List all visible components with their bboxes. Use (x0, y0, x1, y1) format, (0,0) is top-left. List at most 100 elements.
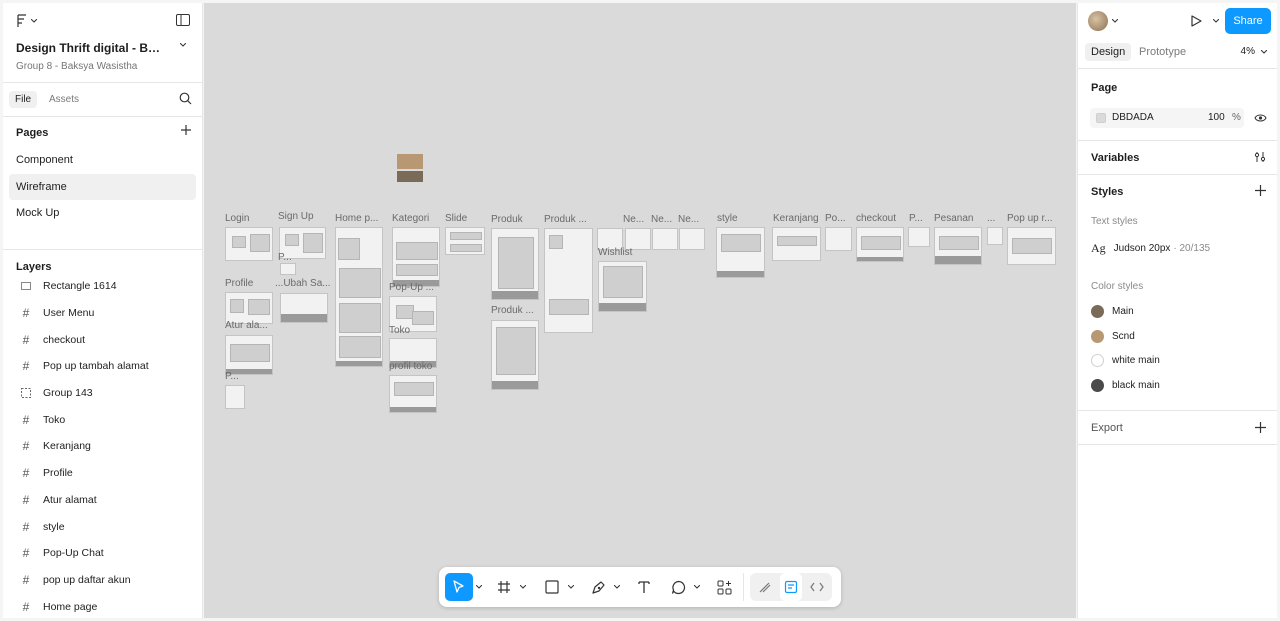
search-icon[interactable] (179, 92, 192, 105)
page-item-component[interactable]: Component (3, 147, 196, 174)
layer-item[interactable]: # Profile (3, 460, 202, 487)
frame-slide[interactable] (445, 227, 485, 255)
layer-item[interactable]: # User Menu (3, 300, 202, 327)
chevron-down-icon[interactable] (473, 585, 485, 589)
page-item-wireframe[interactable]: Wireframe (9, 173, 196, 200)
frame-ne-4[interactable] (679, 228, 705, 250)
main-menu-button[interactable] (17, 14, 37, 28)
left-tabs: File Assets (3, 83, 202, 117)
actions-button[interactable] (711, 573, 737, 601)
frame-kategori[interactable] (392, 227, 440, 287)
add-export-icon[interactable] (1255, 422, 1266, 433)
tab-design[interactable]: Design (1085, 43, 1132, 61)
frame-style[interactable] (716, 227, 765, 278)
avatar[interactable] (1088, 11, 1108, 31)
variables-settings-icon[interactable] (1254, 151, 1266, 163)
page-item-mock-up[interactable]: Mock Up (3, 200, 196, 227)
layer-item[interactable]: # Toko (3, 406, 202, 433)
frame-profil-toko[interactable] (389, 375, 437, 413)
frame-ubah[interactable] (280, 293, 328, 323)
chevron-down-icon[interactable] (565, 585, 577, 589)
frame-p2[interactable] (280, 263, 296, 275)
frame-produk-3[interactable] (491, 320, 539, 390)
frame-popup-r[interactable] (1007, 227, 1056, 265)
design-mode-button[interactable] (780, 573, 802, 601)
page-fill-field[interactable]: DBDADA 100 % (1090, 108, 1244, 128)
sidebar-toggle-icon[interactable] (176, 14, 190, 26)
fill-swatch[interactable] (1096, 113, 1106, 123)
frame-label: Wishlist (598, 247, 633, 258)
color-style-item[interactable]: Scnd (1091, 330, 1135, 343)
color-style-item[interactable]: black main (1091, 379, 1160, 392)
comment-tool-button[interactable] (665, 573, 691, 601)
chevron-down-icon[interactable] (691, 585, 703, 589)
fill-hex[interactable]: DBDADA (1112, 112, 1154, 123)
chevron-down-icon[interactable] (180, 43, 186, 47)
move-tool-button[interactable] (445, 573, 473, 601)
frame-ne-3[interactable] (652, 228, 678, 250)
add-style-icon[interactable] (1255, 185, 1266, 196)
tab-prototype[interactable]: Prototype (1133, 43, 1192, 61)
frame-pesanan[interactable] (934, 227, 982, 265)
layer-item[interactable]: Group 143 (3, 380, 202, 407)
frame-login[interactable] (225, 227, 273, 261)
text-tool-button[interactable] (631, 573, 657, 601)
frame-home[interactable] (335, 227, 383, 367)
variables-section: Variables (1078, 141, 1277, 175)
frame-label: Keranjang (773, 213, 819, 224)
design-canvas[interactable]: Login Sign Up Home p... Kategori Slide P… (204, 3, 1076, 618)
add-page-icon[interactable] (180, 124, 192, 136)
layer-item[interactable]: # pop up daftar akun (3, 567, 202, 594)
frame-p3[interactable] (225, 385, 245, 409)
zoom-level[interactable]: 4% (1241, 46, 1255, 57)
frame-label: Pesanan (934, 213, 974, 224)
layer-item[interactable]: # Atur alamat (3, 487, 202, 514)
layer-item[interactable]: # checkout (3, 326, 202, 353)
color-style-item[interactable]: white main (1091, 354, 1160, 367)
frame-produk[interactable] (491, 228, 539, 300)
dev-mode-button[interactable] (806, 573, 828, 601)
frame-label: P... (909, 213, 923, 224)
shape-tool-button[interactable] (539, 573, 565, 601)
frame-tool-button[interactable] (491, 573, 517, 601)
chevron-down-icon[interactable] (1213, 19, 1219, 23)
layer-item[interactable]: # Keranjang (3, 433, 202, 460)
pen-tool-button[interactable] (585, 573, 611, 601)
tab-assets[interactable]: Assets (43, 91, 85, 108)
frame-p[interactable] (908, 227, 930, 247)
chevron-down-icon[interactable] (611, 585, 623, 589)
frame-atur-alamat[interactable] (225, 335, 273, 375)
layer-item[interactable]: # Pop up tambah alamat (3, 353, 202, 380)
draw-mode-button[interactable] (754, 573, 776, 601)
frame-wishlist[interactable] (598, 261, 647, 312)
layers-section-header: Layers (3, 250, 202, 282)
fill-opacity[interactable]: 100 (1208, 112, 1225, 123)
eye-icon[interactable] (1254, 113, 1267, 123)
chevron-down-icon[interactable] (1261, 50, 1267, 54)
layer-item[interactable]: # Home page (3, 593, 202, 618)
frame-produk-detail[interactable] (544, 228, 593, 333)
chevron-down-icon[interactable] (1112, 19, 1118, 23)
text-style-item[interactable]: Ag Judson 20px · 20/135 (1091, 241, 1210, 256)
frame-label: Slide (445, 213, 468, 224)
frame-checkout[interactable] (856, 227, 904, 262)
play-icon[interactable] (1191, 15, 1202, 27)
file-title[interactable]: Design Thrift digital - Baks... (16, 41, 166, 55)
frame-small[interactable] (987, 227, 1003, 245)
layer-item[interactable]: # style (3, 513, 202, 540)
frame-po[interactable] (825, 227, 852, 251)
layer-item[interactable]: # Pop-Up Chat (3, 540, 202, 567)
frame-icon: # (22, 332, 30, 347)
frame-label: style (717, 213, 738, 224)
share-button[interactable]: Share (1225, 8, 1271, 34)
chevron-down-icon[interactable] (517, 585, 529, 589)
frame-keranjang[interactable] (772, 227, 821, 261)
layer-label: style (43, 520, 65, 533)
right-panel: Share Design Prototype 4% Page DBDADA 10… (1077, 3, 1277, 618)
layer-label: Keranjang (43, 440, 91, 453)
color-style-item[interactable]: Main (1091, 305, 1134, 318)
tab-file[interactable]: File (9, 91, 38, 108)
code-icon (810, 582, 824, 592)
layer-label: Pop-Up Chat (43, 547, 104, 560)
swatch-group[interactable] (397, 154, 423, 188)
